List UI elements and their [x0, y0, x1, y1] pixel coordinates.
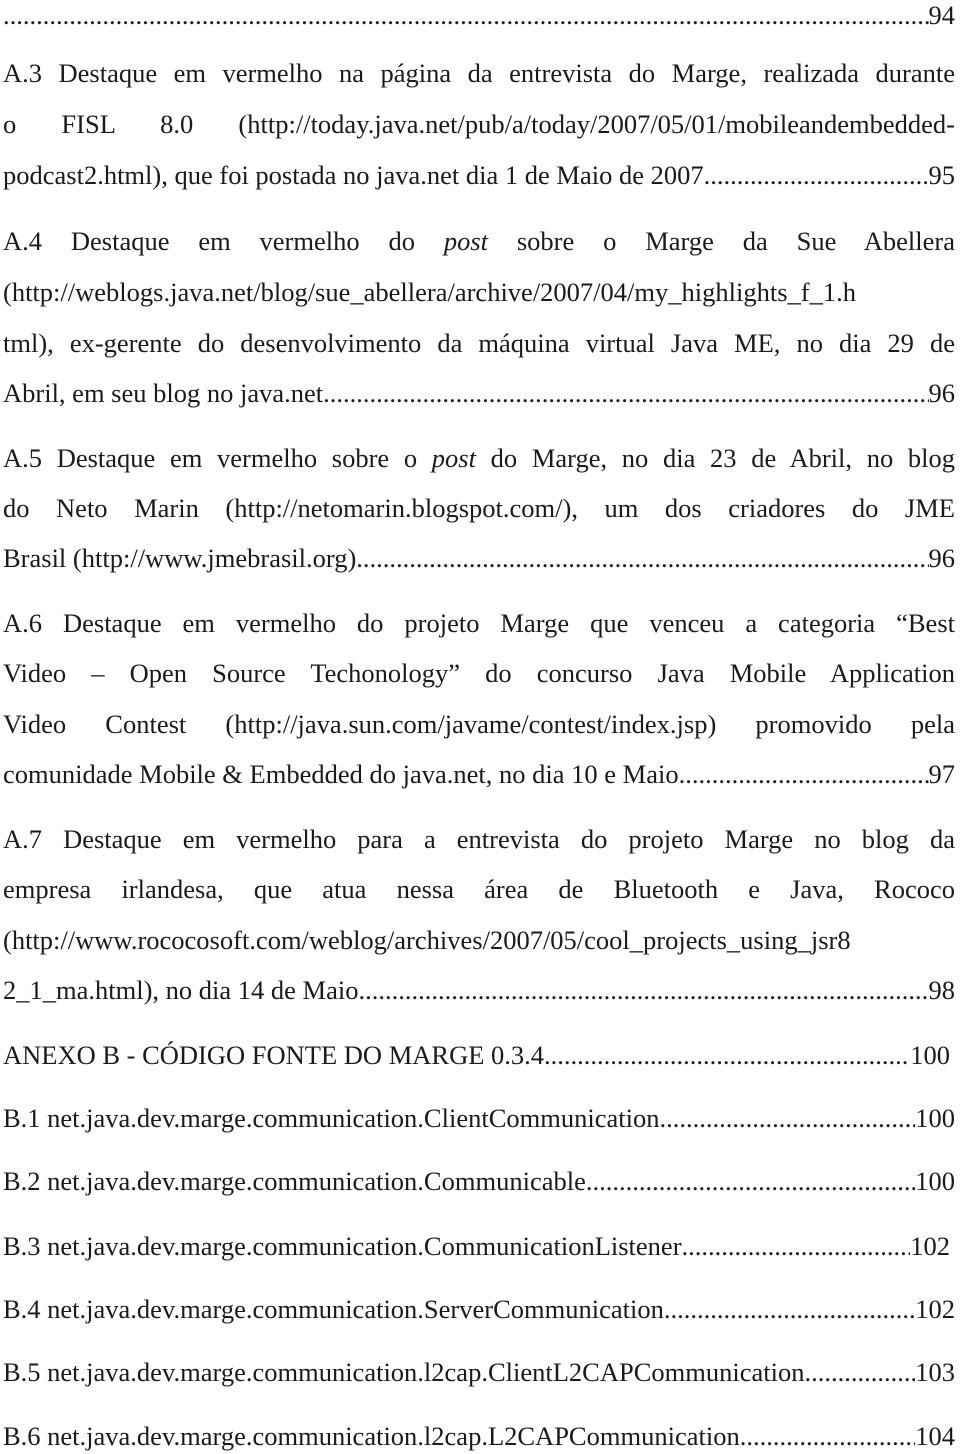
toc-annex-heading[interactable]: ANEXO B - CÓDIGO FONTE DO MARGE 0.3.4 10… — [3, 1038, 950, 1072]
entry-text: podcast2.html), que foi postada no java.… — [3, 160, 704, 190]
toc-entry-a5-line-1[interactable]: A.5 Destaque em vermelho sobre o post do… — [3, 441, 955, 475]
entry-text: A.4 Destaque em vermelho do — [3, 226, 444, 256]
page-number: 97 — [928, 759, 956, 789]
page-number: 100 — [915, 1103, 955, 1133]
toc-entry-a4-line-3[interactable]: tml), ex-gerente do desenvolvimento da m… — [3, 326, 955, 360]
dot-leader — [3, 0, 929, 32]
toc-entry-a3-last-line[interactable]: podcast2.html), que foi postada no java.… — [3, 158, 955, 192]
page-number: 100 — [915, 1166, 955, 1196]
toc-entry-a7-line-1[interactable]: A.7 Destaque em vermelho para a entrevis… — [3, 822, 955, 856]
dot-leader — [356, 541, 928, 575]
toc-entry-a3-line-1[interactable]: A.3 Destaque em vermelho na página da en… — [3, 56, 955, 90]
dot-leader — [685, 757, 928, 791]
dot-leader — [804, 1355, 915, 1389]
dot-leader — [659, 1101, 915, 1135]
entry-text: B.3 net.java.dev.marge.communication.Com… — [3, 1231, 682, 1261]
entry-text: B.1 net.java.dev.marge.communication.Cli… — [3, 1103, 660, 1133]
italic-word: post — [443, 226, 489, 256]
entry-text: Brasil (http://www.jmebrasil.org) — [3, 543, 357, 573]
page-number: 100 — [910, 1040, 950, 1070]
toc-entry-a7-line-3[interactable]: (http://www.rococosoft.com/weblog/archiv… — [3, 923, 955, 957]
entry-text: 2_1_ma.html), no dia 14 de Maio.. — [3, 975, 372, 1005]
dot-leader — [544, 1038, 910, 1072]
dot-leader — [323, 376, 928, 410]
entry-text: B.5 net.java.dev.marge.communication.l2c… — [3, 1357, 805, 1387]
page-number: 103 — [915, 1357, 955, 1387]
page-number: 95 — [928, 160, 956, 190]
toc-entry-a7-last-line[interactable]: 2_1_ma.html), no dia 14 de Maio.. 98 — [3, 973, 955, 1007]
dot-leader — [372, 973, 929, 1007]
page-number: 102 — [915, 1294, 955, 1324]
toc-annex-item-b2[interactable]: B.2 net.java.dev.marge.communication.Com… — [3, 1164, 955, 1198]
toc-annex-item-b5[interactable]: B.5 net.java.dev.marge.communication.l2c… — [3, 1355, 955, 1389]
page-number: 96 — [928, 378, 956, 408]
toc-entry-a4-line-1[interactable]: A.4 Destaque em vermelho do post sobre o… — [3, 224, 955, 258]
entry-text: do Marge, no dia 23 de Abril, no blog — [475, 443, 955, 473]
toc-entry-a7-line-2[interactable]: empresa irlandesa, que atua nessa área d… — [3, 872, 955, 906]
toc-entry-a6-last-line[interactable]: comunidade Mobile & Embedded do java.net… — [3, 757, 955, 791]
toc-entry-a5-last-line[interactable]: Brasil (http://www.jmebrasil.org) 96 — [3, 541, 955, 575]
toc-entry-a6-line-1[interactable]: A.6 Destaque em vermelho do projeto Marg… — [3, 606, 955, 640]
toc-annex-item-b1[interactable]: B.1 net.java.dev.marge.communication.Cli… — [3, 1101, 955, 1135]
toc-entry-a5-line-2[interactable]: do Neto Marin (http://netomarin.blogspot… — [3, 491, 955, 525]
page-number: 94 — [928, 0, 956, 30]
dot-leader — [740, 1419, 916, 1453]
entry-text: comunidade Mobile & Embedded do java.net… — [3, 759, 686, 789]
toc-annex-item-b3[interactable]: B.3 net.java.dev.marge.communication.Com… — [3, 1229, 950, 1263]
dot-leader — [704, 158, 929, 192]
page-number: 102 — [910, 1231, 950, 1261]
dot-leader — [682, 1229, 911, 1263]
toc-entry-a4-line-2[interactable]: (http://weblogs.java.net/blog/sue_abelle… — [3, 275, 955, 309]
toc-entry-a6-line-3[interactable]: Video Contest (http://java.sun.com/javam… — [3, 707, 955, 741]
entry-text: sobre o Marge da Sue Abellera — [488, 226, 955, 256]
entry-text: A.5 Destaque em vermelho sobre o — [3, 443, 432, 473]
toc-entry-continuation[interactable]: 94 — [3, 0, 956, 32]
toc-entry-a4-last-line[interactable]: Abril, em seu blog no java.net 96 — [3, 376, 955, 410]
entry-text: B.4 net.java.dev.marge.communication.Ser… — [3, 1294, 664, 1324]
entry-text: Abril, em seu blog no java.net — [3, 378, 324, 408]
toc-entry-a6-line-2[interactable]: Video – Open Source Techonology” do conc… — [3, 656, 955, 690]
italic-word: post — [431, 443, 476, 473]
toc-annex-item-b4[interactable]: B.4 net.java.dev.marge.communication.Ser… — [3, 1292, 955, 1326]
toc-entry-a3-line-2[interactable]: o FISL 8.0 (http://today.java.net/pub/a/… — [3, 107, 955, 141]
toc-annex-item-b6[interactable]: B.6 net.java.dev.marge.communication.l2c… — [3, 1419, 955, 1453]
dot-leader — [664, 1292, 915, 1326]
annex-title: ANEXO B - CÓDIGO FONTE DO MARGE 0.3.4 — [3, 1040, 545, 1070]
entry-text: B.6 net.java.dev.marge.communication.l2c… — [3, 1421, 740, 1451]
entry-text: B.2 net.java.dev.marge.communication.Com… — [3, 1166, 586, 1196]
dot-leader — [586, 1164, 915, 1198]
page-number: 96 — [928, 543, 956, 573]
page-number: 104 — [915, 1421, 955, 1451]
page-number: 98 — [928, 975, 956, 1005]
